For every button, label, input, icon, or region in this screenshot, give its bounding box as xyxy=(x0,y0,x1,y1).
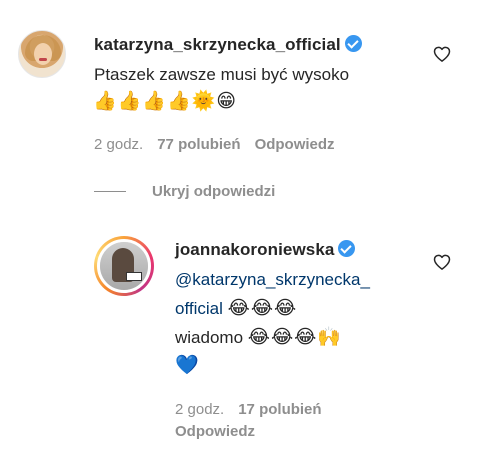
reply-username[interactable]: joannakoroniewska xyxy=(175,240,356,260)
avatar-face xyxy=(34,43,52,65)
reply-line2: official 😂😂😂 xyxy=(175,295,297,322)
reply-time[interactable]: 2 godz. xyxy=(175,401,224,418)
mention-link[interactable]: @katarzyna_skrzynecka_ xyxy=(175,270,370,289)
reply-meta: 2 godz. 17 polubień xyxy=(175,401,336,418)
reply-emojis-1: 😂😂😂 xyxy=(227,297,298,319)
reply-mention-line1[interactable]: @katarzyna_skrzynecka_ xyxy=(175,267,370,293)
comment-time[interactable]: 2 godz. xyxy=(94,136,143,153)
heart-icon[interactable] xyxy=(432,44,452,64)
mention-link-continued[interactable]: official xyxy=(175,299,223,318)
reply-text: wiadomo xyxy=(175,328,244,347)
reply-line3: wiadomo 😂😂😂🙌 xyxy=(175,324,342,351)
reply-reply-button[interactable]: Odpowiedz xyxy=(175,423,255,440)
divider-line xyxy=(94,191,126,192)
comment-likes[interactable]: 77 polubień xyxy=(157,136,240,153)
comment-emojis: 👍👍👍👍🌞😁 xyxy=(93,90,238,112)
avatar-sign xyxy=(126,272,142,281)
hide-replies-toggle[interactable]: Ukryj odpowiedzi xyxy=(94,183,275,200)
comment-reply-button[interactable]: Odpowiedz xyxy=(255,136,335,153)
verified-badge-icon xyxy=(338,240,356,257)
avatar-katarzyna[interactable] xyxy=(18,30,66,78)
reply-emojis-2: 😂😂😂🙌 xyxy=(247,326,343,348)
verified-badge-icon xyxy=(344,35,362,52)
reply-likes[interactable]: 17 polubień xyxy=(238,401,321,418)
comment-meta: 2 godz. 77 polubień Odpowiedz xyxy=(94,136,349,153)
avatar-lips xyxy=(39,58,47,61)
reply-reply-button-row: Odpowiedz xyxy=(175,423,269,440)
avatar-joanna[interactable] xyxy=(97,239,151,293)
hide-replies-label[interactable]: Ukryj odpowiedzi xyxy=(152,183,275,200)
heart-icon[interactable] xyxy=(432,252,452,272)
comment-username[interactable]: katarzyna_skrzynecka_official xyxy=(94,35,362,55)
comment-text: Ptaszek zawsze musi być wysoko xyxy=(94,65,350,84)
reply-emojis-3: 💙 xyxy=(175,354,200,376)
